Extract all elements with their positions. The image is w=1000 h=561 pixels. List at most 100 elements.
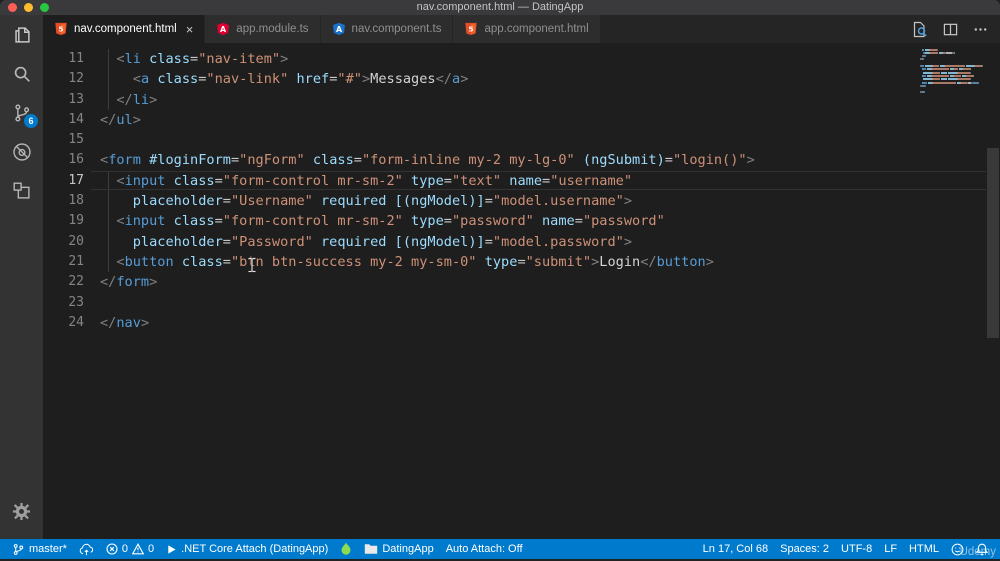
vertical-scrollbar[interactable] [987, 148, 999, 338]
line-number: 21 [68, 253, 84, 269]
code-line-14: 14 </ul> [43, 110, 1000, 130]
status-label: Spaces: 2 [780, 543, 830, 555]
scm-badge: 6 [24, 114, 38, 128]
status-label: Ln 17, Col 68 [702, 543, 769, 555]
status-sync-changes[interactable] [73, 539, 100, 559]
ellipsis-icon [973, 22, 988, 37]
preview-icon [911, 21, 928, 38]
tab-label: app.module.ts [236, 23, 309, 35]
tab-close-button[interactable]: × [186, 23, 194, 36]
tab-app.component.html[interactable]: 5 app.component.html [453, 15, 601, 43]
line-number: 15 [68, 132, 84, 148]
activity-search[interactable] [0, 54, 43, 93]
code-text[interactable]: <a class="nav-link" href="#">Messages</a… [91, 69, 1000, 90]
code-area[interactable]: 11 <li class="nav-item"> 12 <a class="nav… [43, 43, 1000, 333]
activity-debug[interactable] [0, 132, 43, 171]
indent-guide [108, 211, 109, 232]
code-text[interactable] [91, 130, 1000, 150]
open-preview-button[interactable] [911, 21, 928, 38]
status-workspace-folder[interactable]: DatingApp [358, 539, 439, 559]
tab-label: app.component.html [484, 23, 589, 35]
activity-bar: 6 [0, 15, 43, 539]
editor-actions [911, 15, 1000, 43]
status-label: LF [884, 543, 898, 555]
code-line-16: 16 <form #loginForm="ngForm" class="form-… [43, 150, 1000, 170]
status-feedback[interactable] [945, 539, 970, 559]
extensions-icon [11, 180, 33, 202]
branch-icon [12, 543, 25, 556]
line-number: 12 [68, 71, 84, 87]
status-cursor-position[interactable]: Ln 17, Col 68 [697, 539, 774, 559]
line-number: 24 [68, 314, 84, 330]
traffic-lights [8, 3, 49, 12]
more-actions-button[interactable] [973, 22, 988, 37]
activity-settings[interactable] [0, 492, 43, 531]
folder-icon [364, 543, 378, 555]
code-text[interactable]: </ul> [91, 110, 1000, 130]
indent-guide [108, 69, 109, 90]
tab-app.module.ts[interactable]: Aapp.module.ts [205, 15, 321, 43]
code-text[interactable]: <button class="btn btn-success my-2 my-s… [91, 251, 1000, 273]
status-notifications[interactable] [970, 539, 994, 559]
activity-explorer[interactable] [0, 15, 43, 54]
play-icon [166, 544, 177, 555]
close-window-button[interactable] [8, 3, 17, 12]
line-number: 20 [68, 233, 84, 249]
warning-triangle-icon [132, 543, 145, 555]
tab-nav.component.html[interactable]: 5 nav.component.html × [43, 15, 206, 43]
search-icon [11, 63, 33, 85]
zoom-window-button[interactable] [40, 3, 49, 12]
line-number: 13 [68, 91, 84, 107]
code-text[interactable]: placeholder="Username" required [(ngMode… [91, 191, 1000, 212]
code-line-15: 15 [43, 130, 1000, 150]
code-text[interactable]: placeholder="Password" required [(ngMode… [91, 231, 1000, 252]
smiley-icon [951, 543, 964, 556]
line-number: 17 [68, 172, 84, 188]
code-text[interactable]: <form #loginForm="ngForm" class="form-in… [91, 150, 1000, 170]
code-text[interactable]: <input class="form-control mr-sm-2" type… [91, 170, 1000, 192]
svg-text:A: A [220, 25, 227, 34]
line-number: 14 [68, 111, 84, 127]
line-number: 22 [68, 274, 84, 290]
minimize-window-button[interactable] [24, 3, 33, 12]
editor: 11 <li class="nav-item"> 12 <a class="nav… [43, 43, 1000, 539]
indent-guide [108, 191, 109, 212]
code-line-13: 13 </li> [43, 89, 1000, 110]
status-auto-attach[interactable]: Auto Attach: Off [440, 539, 529, 559]
status-indentation[interactable]: Spaces: 2 [774, 539, 835, 559]
code-text[interactable]: </li> [91, 89, 1000, 110]
tab-label: nav.component.html [74, 23, 177, 35]
tab-bar: 5 nav.component.html × Aapp.module.ts Anav.c… [43, 15, 1000, 43]
line-number: 23 [68, 294, 84, 310]
html-file-icon: 5 [54, 22, 68, 36]
code-line-12: 12 <a class="nav-link" href="#">Messages… [43, 69, 1000, 90]
code-text[interactable]: </nav> [91, 313, 1000, 333]
status-eol[interactable]: LF [878, 539, 903, 559]
code-text[interactable] [91, 293, 1000, 313]
status-git-branch[interactable]: master* [6, 539, 73, 559]
code-text[interactable]: </form> [91, 272, 1000, 292]
code-text[interactable]: <li class="nav-item"> [91, 49, 1000, 70]
activity-extensions[interactable] [0, 171, 43, 210]
status-debug-config[interactable]: .NET Core Attach (DatingApp) [160, 539, 334, 559]
status-language-mode[interactable]: HTML [903, 539, 945, 559]
bell-icon [976, 543, 988, 556]
status-label: HTML [909, 543, 939, 555]
line-number: 19 [68, 213, 84, 229]
minimap[interactable] [920, 48, 986, 94]
status-label: .NET Core Attach (DatingApp) [181, 543, 329, 555]
status-angular-status[interactable] [334, 539, 358, 559]
code-line-20: 20 placeholder="Password" required [(ngM… [43, 231, 1000, 252]
split-editor-button[interactable] [943, 22, 958, 37]
tab-nav.component.ts[interactable]: Anav.component.ts [320, 15, 454, 43]
code-line-17: 17 <input class="form-control mr-sm-2" t… [43, 170, 1000, 192]
status-label: Auto Attach: Off [445, 543, 523, 555]
status-problems[interactable]: 00 [100, 539, 160, 559]
line-number: 11 [68, 51, 84, 66]
indent-guide [108, 170, 109, 192]
code-text[interactable]: <input class="form-control mr-sm-2" type… [91, 211, 1000, 232]
svg-text:5: 5 [469, 24, 474, 33]
activity-source-control[interactable]: 6 [0, 93, 43, 132]
status-encoding[interactable]: UTF-8 [835, 539, 878, 559]
angular-red-icon: A [216, 22, 230, 36]
